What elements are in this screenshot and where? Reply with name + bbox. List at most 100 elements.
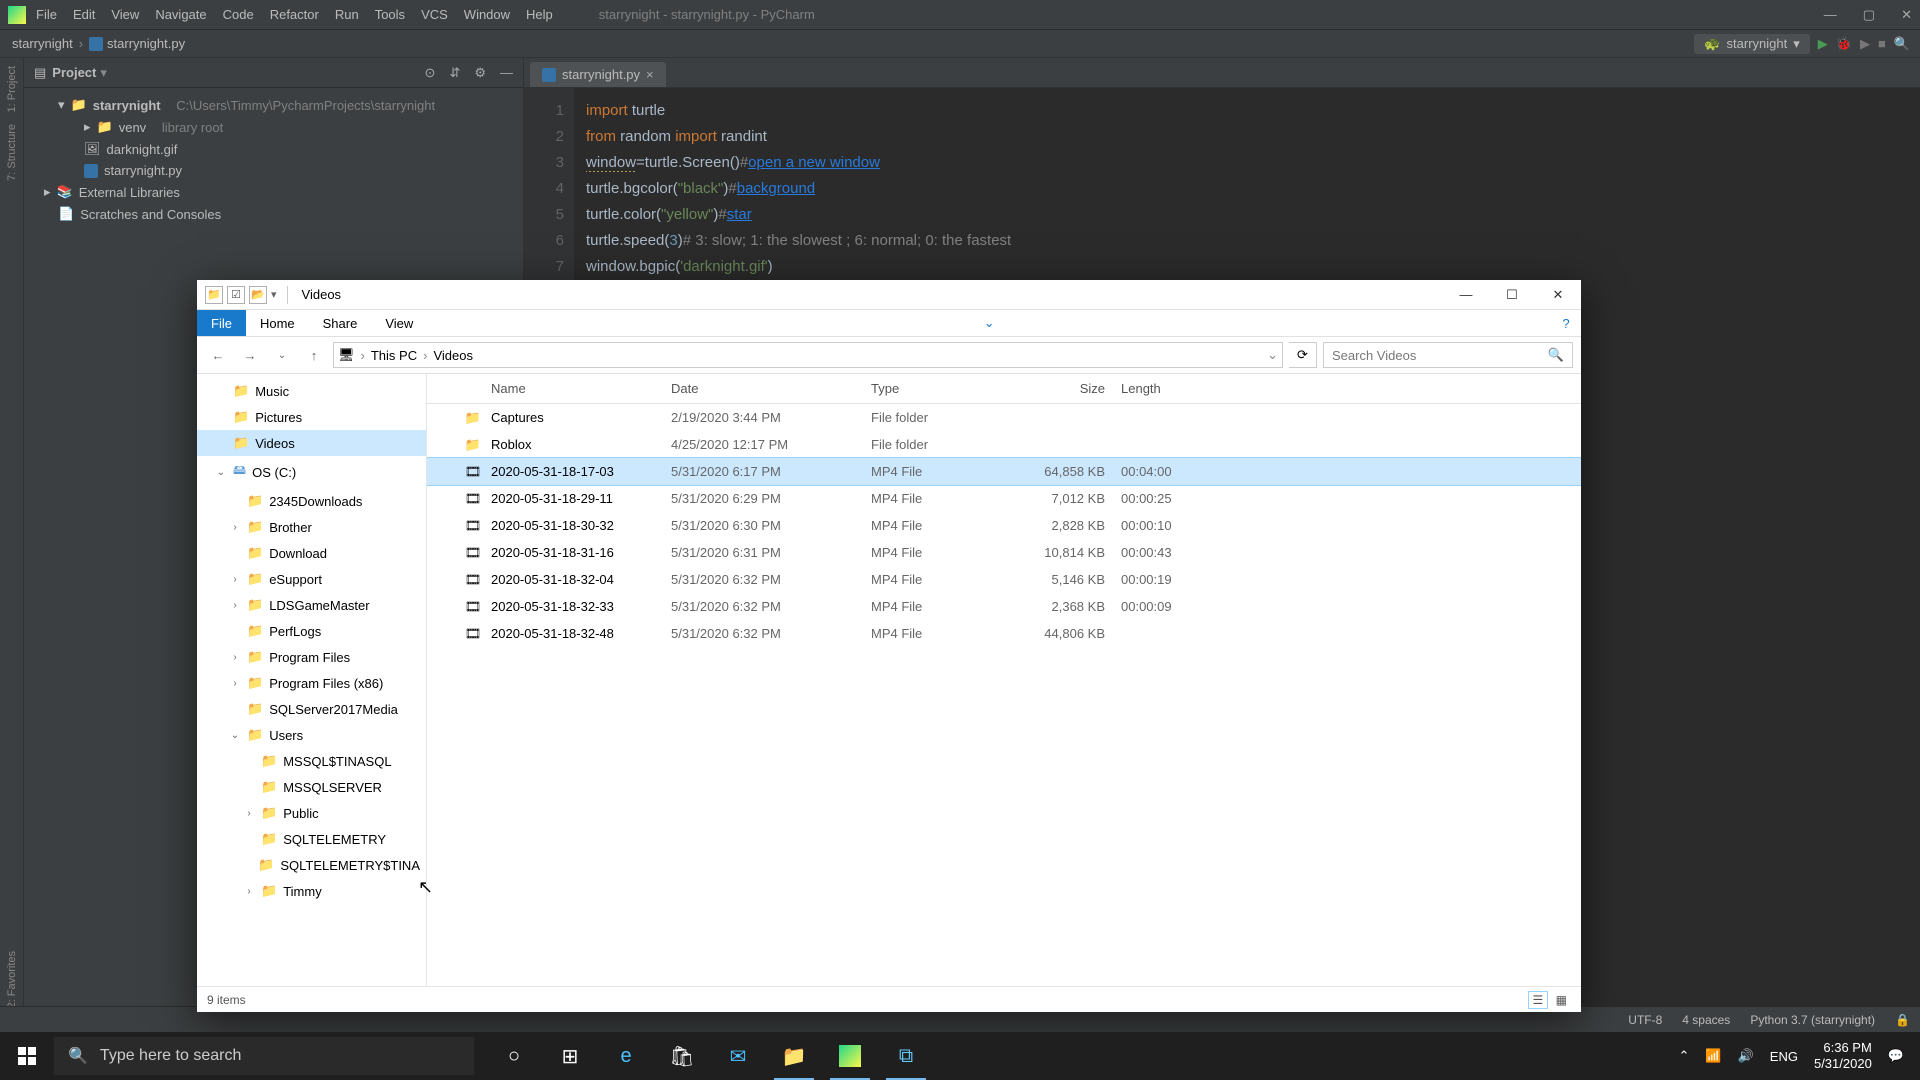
forward-button[interactable]: → [237,348,263,363]
back-button[interactable]: ← [205,348,231,363]
file-row[interactable]: 🎞2020-05-31-18-32-485/31/2020 6:32 PMMP4… [427,620,1581,647]
start-button[interactable] [0,1032,54,1080]
column-length[interactable]: Length [1113,381,1213,396]
menu-file[interactable]: File [36,7,57,22]
properties-icon[interactable]: ☑ [227,286,245,304]
file-row[interactable]: 🎞2020-05-31-18-17-035/31/2020 6:17 PMMP4… [427,458,1581,485]
expand-arrow-icon[interactable]: ▸ [84,119,91,135]
cortana-button[interactable]: ○ [486,1032,542,1080]
breadcrumb-videos[interactable]: Videos [433,348,473,363]
file-row[interactable]: 🎞2020-05-31-18-32-335/31/2020 6:32 PMMP4… [427,593,1581,620]
structure-toolwindow-button[interactable]: 7: Structure [6,124,18,181]
file-row[interactable]: 🎞2020-05-31-18-31-165/31/2020 6:31 PMMP4… [427,539,1581,566]
menu-help[interactable]: Help [526,7,553,22]
breadcrumb-thispc[interactable]: This PC [371,348,417,363]
menu-run[interactable]: Run [335,7,359,22]
app-taskbar-icon[interactable]: ⧉ [878,1032,934,1080]
notifications-icon[interactable]: 💬 [1888,1048,1904,1064]
column-type[interactable]: Type [863,381,1013,396]
menu-navigate[interactable]: Navigate [155,7,206,22]
mail-icon[interactable]: ✉ [710,1032,766,1080]
chevron-down-icon[interactable]: ▾ [100,65,107,81]
file-row[interactable]: 🎞2020-05-31-18-30-325/31/2020 6:30 PMMP4… [427,512,1581,539]
menu-vcs[interactable]: VCS [421,7,448,22]
stop-button[interactable]: ■ [1878,36,1886,51]
menu-view[interactable]: View [111,7,139,22]
expand-arrow-icon[interactable]: ▸ [44,184,51,200]
recent-dropdown-icon[interactable]: ⌄ [269,350,295,361]
indent-indicator[interactable]: 4 spaces [1682,1013,1730,1027]
minimize-button[interactable]: — [1443,280,1489,310]
task-view-button[interactable]: ⊞ [542,1032,598,1080]
collapse-arrow-icon[interactable]: ▾ [58,97,65,113]
close-tab-icon[interactable]: × [646,67,654,82]
tree-item[interactable]: 📁SQLTELEMETRY$TINA [197,852,426,878]
close-button[interactable]: ✕ [1535,280,1581,310]
up-button[interactable]: ↑ [301,348,327,363]
run-config-selector[interactable]: 🐢 starrynight ▾ [1694,34,1809,54]
file-row[interactable]: 📁Captures2/19/2020 3:44 PMFile folder [427,404,1581,431]
column-size[interactable]: Size [1013,381,1113,396]
search-everywhere-button[interactable]: 🔍 [1894,36,1910,52]
tree-item[interactable]: ›📁Public [197,800,426,826]
lock-icon[interactable]: 🔒 [1895,1013,1910,1027]
menu-refactor[interactable]: Refactor [270,7,319,22]
tree-item[interactable]: 📁Videos [197,430,426,456]
scratches[interactable]: Scratches and Consoles [80,207,221,222]
encoding-indicator[interactable]: UTF-8 [1628,1013,1662,1027]
file-rows[interactable]: 📁Captures2/19/2020 3:44 PMFile folder📁Ro… [427,404,1581,986]
address-dropdown-icon[interactable]: ⌄ [1267,347,1278,363]
venv-folder[interactable]: venv [119,120,146,135]
settings-icon[interactable]: ⚙ [474,65,486,81]
file-row[interactable]: 🎞2020-05-31-18-29-115/31/2020 6:29 PMMP4… [427,485,1581,512]
network-icon[interactable]: 📶 [1705,1048,1721,1064]
store-icon[interactable]: 🛍 [654,1032,710,1080]
maximize-icon[interactable]: ▢ [1863,7,1875,23]
menu-code[interactable]: Code [223,7,254,22]
help-icon[interactable]: ? [1551,310,1581,336]
tree-item[interactable]: 📁Music [197,378,426,404]
close-icon[interactable]: ✕ [1901,7,1912,23]
folder-app-icon[interactable]: 📁 [205,286,223,304]
maximize-button[interactable]: ☐ [1489,280,1535,310]
column-name[interactable]: Name [483,381,663,396]
editor-tab[interactable]: starrynight.py × [530,62,666,87]
debug-button[interactable]: 🐞 [1836,36,1852,52]
locate-icon[interactable]: ⊙ [425,65,436,81]
project-file[interactable]: darknight.gif [107,142,178,157]
minimize-icon[interactable]: — [1824,7,1837,23]
language-indicator[interactable]: ENG [1770,1049,1798,1064]
search-input[interactable]: Search Videos 🔍 [1323,342,1573,368]
edge-icon[interactable]: e [598,1032,654,1080]
hide-icon[interactable]: — [500,65,513,81]
menu-tools[interactable]: Tools [375,7,405,22]
clock[interactable]: 6:36 PM 5/31/2020 [1814,1040,1872,1072]
file-explorer-taskbar-icon[interactable]: 📁 [766,1032,822,1080]
tree-item[interactable]: ⌄📁Users [197,722,426,748]
collapse-icon[interactable]: ⇵ [449,65,460,81]
tree-item[interactable]: ›📁LDSGameMaster [197,592,426,618]
interpreter-indicator[interactable]: Python 3.7 (starrynight) [1750,1013,1875,1027]
address-bar[interactable]: 🖥 › This PC › Videos ⌄ [333,342,1283,368]
tree-item[interactable]: 📁Pictures [197,404,426,430]
qat-dropdown-icon[interactable]: ▾ [271,288,277,301]
breadcrumb-project[interactable]: starrynight [12,36,73,51]
column-headers[interactable]: Name Date Type Size Length [427,374,1581,404]
menu-edit[interactable]: Edit [73,7,95,22]
tree-item[interactable]: 📁2345Downloads [197,488,426,514]
ribbon-expand-icon[interactable]: ⌄ [974,310,1004,336]
project-file[interactable]: starrynight.py [104,163,182,178]
project-tree[interactable]: ▾📁starrynight C:\Users\Timmy\PycharmProj… [24,88,523,231]
favorites-toolwindow-button[interactable]: 2: Favorites [6,951,18,1008]
column-date[interactable]: Date [663,381,863,396]
tab-share[interactable]: Share [309,310,372,336]
tree-item[interactable]: 📁PerfLogs [197,618,426,644]
pycharm-taskbar-icon[interactable] [822,1032,878,1080]
tree-item[interactable]: 📁Download [197,540,426,566]
external-libraries[interactable]: External Libraries [79,185,180,200]
tree-item[interactable]: ›📁eSupport [197,566,426,592]
file-row[interactable]: 🎞2020-05-31-18-32-045/31/2020 6:32 PMMP4… [427,566,1581,593]
tree-item[interactable]: ⌄🖴OS (C:) [197,456,426,488]
large-icons-button[interactable]: ▦ [1552,992,1571,1008]
tree-item[interactable]: 📁MSSQLSERVER [197,774,426,800]
